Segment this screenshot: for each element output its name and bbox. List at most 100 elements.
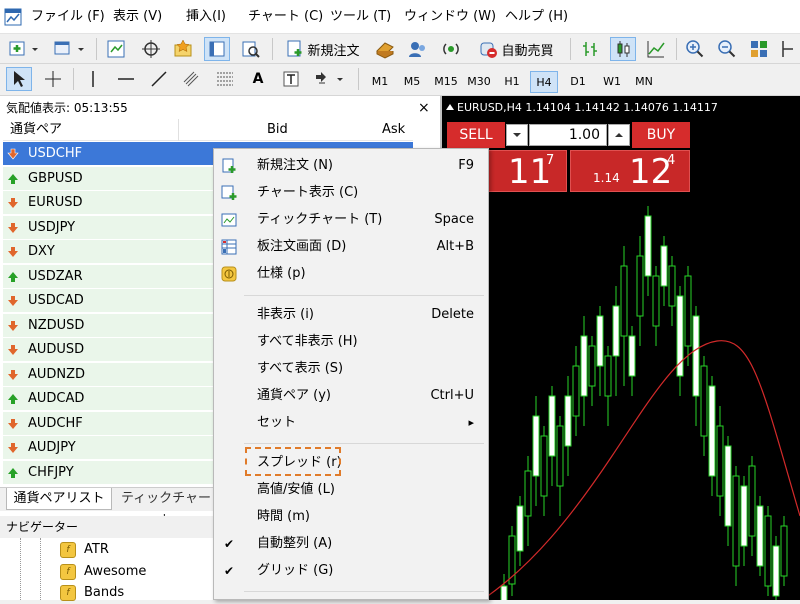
candle-body [692, 315, 700, 397]
arrows-icon [316, 72, 343, 84]
timeframe-m30[interactable]: M30 [464, 71, 494, 93]
menu-help[interactable]: ヘルプ (H) [505, 0, 568, 34]
fibonacci-button[interactable] [212, 67, 238, 91]
menu-item-tick-chart[interactable]: ティックチャート (T) Space [214, 207, 488, 233]
arrow-down-icon [8, 418, 18, 429]
new-order-button[interactable]: 新規注文 [279, 37, 367, 61]
arrows-dropdown-button[interactable] [311, 67, 349, 91]
crosshair-icon [45, 71, 61, 87]
menu-item-high-low[interactable]: 高値/安値 (L) [214, 477, 488, 503]
navigator-button[interactable] [170, 37, 196, 61]
lot-decrease-button[interactable] [506, 124, 528, 146]
tab-symbols[interactable]: 通貨ペアリスト [6, 488, 112, 510]
symbol-name: AUDUSD [28, 342, 85, 357]
spread-highlight-box [245, 447, 341, 476]
chevron-down-icon [513, 133, 521, 137]
menu-item-symbols[interactable]: 通貨ペア (y) Ctrl+U [214, 383, 488, 409]
menu-item-chart-window[interactable]: チャート表示 (C) [214, 180, 488, 206]
auto-trading-icon [480, 42, 498, 58]
indicator-icon: f [60, 564, 76, 580]
menu-item-grid[interactable]: ✔ グリッド (G) [214, 558, 488, 584]
timeframe-m15[interactable]: M15 [431, 71, 461, 93]
menu-item-show-all[interactable]: すべて表示 (S) [214, 356, 488, 382]
menu-item-time[interactable]: 時間 (m) [214, 504, 488, 530]
arrow-down-icon [8, 198, 18, 208]
candle-body [780, 525, 788, 577]
zoom-out-button[interactable] [714, 37, 740, 61]
crosshair-tool-button[interactable] [40, 67, 66, 91]
menu-window[interactable]: ウィンドウ (W) [404, 0, 496, 34]
symbol-name: CHFJPY [28, 464, 74, 480]
text-tool-button[interactable]: A [245, 67, 271, 91]
cursor-tool-button[interactable] [6, 67, 32, 91]
menu-item-hide[interactable]: 非表示 (i) Delete [214, 302, 488, 328]
timeframe-mn[interactable]: MN [630, 71, 658, 93]
menu-tools[interactable]: ツール (T) [330, 0, 391, 34]
profiles-button[interactable] [50, 37, 90, 61]
arrow-down-icon [8, 345, 18, 355]
strategy-tester-button[interactable] [238, 37, 264, 61]
vertical-line-button[interactable] [80, 67, 106, 91]
chart-window-icon [221, 185, 237, 200]
community-button[interactable] [404, 37, 430, 61]
terminal-button[interactable] [204, 37, 230, 61]
timeframe-h4[interactable]: H4 [530, 71, 558, 93]
menu-item-sets[interactable]: セット ▸ [214, 410, 488, 436]
text-label-button[interactable] [278, 67, 304, 91]
menu-item-depth-of-market[interactable]: 板注文画面 (D) Alt+B [214, 234, 488, 260]
candle-body [500, 585, 508, 602]
line-chart-button[interactable] [643, 37, 669, 61]
candle-body [772, 545, 780, 597]
buy-button[interactable]: BUY [632, 122, 690, 148]
tile-windows-button[interactable] [746, 37, 772, 61]
arrow-down-icon [8, 320, 18, 331]
menu-view[interactable]: 表示 (V) [113, 0, 162, 34]
column-bid-header[interactable]: Bid [267, 119, 288, 141]
lot-increase-button[interactable] [608, 124, 630, 146]
menu-item-specification[interactable]: 仕様 (p) [214, 261, 488, 287]
auto-trading-label: 自動売買 [501, 43, 554, 59]
menu-file[interactable]: ファイル (F) [31, 0, 105, 34]
menu-item-new-order[interactable]: 新規注文 (N) F9 [214, 153, 488, 179]
zoom-in-button[interactable] [682, 37, 708, 61]
tab-tick-chart[interactable]: ティックチャート [116, 488, 216, 528]
timeframe-h1[interactable]: H1 [498, 71, 526, 93]
indicator-icon: f [60, 585, 76, 601]
candlestick-button[interactable] [610, 37, 636, 61]
candle-body [572, 365, 580, 417]
new-chart-button[interactable] [6, 37, 44, 61]
bar-chart-icon [583, 42, 597, 56]
candle-body [556, 425, 564, 487]
menu-item-hide-all[interactable]: すべて非表示 (H) [214, 329, 488, 355]
timeframe-m1[interactable]: M1 [366, 71, 394, 93]
metaeditor-button[interactable] [372, 37, 398, 61]
vertical-line-icon [92, 71, 94, 87]
bar-chart-button[interactable] [577, 37, 603, 61]
symbol-name: GBPUSD [28, 170, 83, 186]
star-folder-icon [174, 39, 192, 57]
menu-insert[interactable]: 挿入(I) [186, 0, 226, 34]
auto-trading-button[interactable]: 自動売買 [470, 37, 562, 61]
lot-size-input[interactable]: 1.00 [529, 124, 607, 146]
market-watch-icon [107, 40, 125, 58]
data-window-button[interactable] [138, 37, 164, 61]
candle-body [540, 435, 548, 497]
menu-item-auto-arrange[interactable]: ✔ 自動整列 (A) [214, 531, 488, 557]
auto-scroll-button[interactable] [778, 37, 798, 61]
market-watch-close-button[interactable]: × [418, 98, 434, 118]
sell-button[interactable]: SELL [447, 122, 505, 148]
drawing-toolbar: A M1 M5 M15 M30 H1 H4 D1 W1 MN [0, 64, 800, 96]
signals-button[interactable] [438, 37, 464, 61]
timeframe-m5[interactable]: M5 [398, 71, 426, 93]
menu-chart[interactable]: チャート (C) [248, 0, 323, 34]
column-symbol-header[interactable]: 通貨ペア [10, 119, 62, 141]
trendline-button[interactable] [146, 67, 172, 91]
timeframe-d1[interactable]: D1 [564, 71, 592, 93]
timeframe-w1[interactable]: W1 [598, 71, 626, 93]
column-ask-header[interactable]: Ask [382, 119, 405, 141]
candle-body [628, 335, 636, 377]
horizontal-line-button[interactable] [113, 67, 139, 91]
market-watch-toggle-button[interactable] [103, 37, 129, 61]
buy-price-box[interactable]: 1.14 12 4 [570, 150, 690, 192]
equidistant-channel-button[interactable] [179, 67, 205, 91]
